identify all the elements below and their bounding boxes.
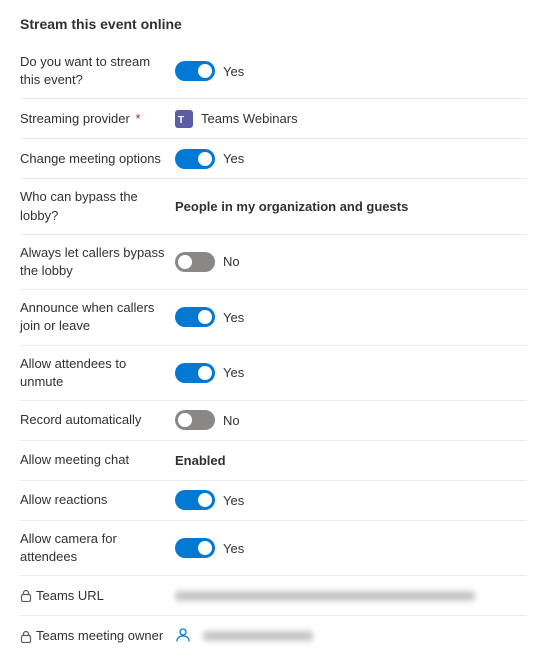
label-streaming-provider: Streaming provider *: [20, 110, 175, 128]
value-bypass-lobby: People in my organization and guests: [175, 199, 527, 214]
label-allow-unmute: Allow attendees to unmute: [20, 355, 175, 391]
value-allow-reactions: Yes: [175, 490, 527, 510]
value-callers-bypass-lobby: No: [175, 252, 527, 272]
label-record-automatically: Record automatically: [20, 411, 175, 429]
row-allow-camera: Allow camera for attendees Yes: [20, 521, 527, 576]
value-allow-camera: Yes: [175, 538, 527, 558]
streaming-provider-text: Teams Webinars: [201, 111, 298, 126]
toggle-record-automatically-text: No: [223, 413, 240, 428]
allow-meeting-chat-text: Enabled: [175, 453, 226, 468]
toggle-allow-camera[interactable]: [175, 538, 215, 558]
page-title: Stream this event online: [20, 16, 527, 32]
label-announce-callers: Announce when callers join or leave: [20, 299, 175, 335]
settings-container: Stream this event online Do you want to …: [0, 0, 547, 672]
row-allow-unmute: Allow attendees to unmute Yes: [20, 346, 527, 401]
label-change-meeting-options: Change meeting options: [20, 150, 175, 168]
toggle-change-meeting-options-text: Yes: [223, 151, 244, 166]
row-bypass-lobby: Who can bypass the lobby? People in my o…: [20, 179, 527, 234]
toggle-stream-event-text: Yes: [223, 64, 244, 79]
label-teams-meeting-owner: Teams meeting owner: [20, 627, 175, 645]
row-record-automatically: Record automatically No: [20, 401, 527, 441]
bypass-lobby-text: People in my organization and guests: [175, 199, 408, 214]
toggle-record-automatically[interactable]: [175, 410, 215, 430]
label-teams-url: Teams URL: [20, 587, 175, 605]
value-streaming-provider: T Teams Webinars: [175, 110, 527, 128]
label-stream-event: Do you want to stream this event?: [20, 53, 175, 89]
label-allow-camera: Allow camera for attendees: [20, 530, 175, 566]
row-teams-meeting-owner: Teams meeting owner: [20, 616, 527, 656]
toggle-change-meeting-options[interactable]: [175, 149, 215, 169]
value-allow-unmute: Yes: [175, 363, 527, 383]
value-change-meeting-options: Yes: [175, 149, 527, 169]
value-teams-meeting-owner: [175, 627, 527, 646]
toggle-allow-unmute-text: Yes: [223, 365, 244, 380]
row-allow-reactions: Allow reactions Yes: [20, 481, 527, 521]
toggle-allow-reactions-text: Yes: [223, 493, 244, 508]
value-record-automatically: No: [175, 410, 527, 430]
row-allow-meeting-chat: Allow meeting chat Enabled: [20, 441, 527, 481]
toggle-allow-camera-text: Yes: [223, 541, 244, 556]
toggle-callers-bypass-lobby-text: No: [223, 254, 240, 269]
teams-url-label-text: Teams URL: [36, 587, 104, 605]
value-stream-event: Yes: [175, 61, 527, 81]
label-bypass-lobby: Who can bypass the lobby?: [20, 188, 175, 224]
toggle-announce-callers-text: Yes: [223, 310, 244, 325]
value-allow-meeting-chat: Enabled: [175, 453, 527, 468]
row-announce-callers: Announce when callers join or leave Yes: [20, 290, 527, 345]
teams-meeting-owner-value: [203, 631, 313, 641]
row-streaming-provider: Streaming provider * T Teams Webinars: [20, 99, 527, 139]
value-teams-url: [175, 591, 527, 601]
required-mark: *: [135, 111, 140, 126]
row-stream-event: Do you want to stream this event? Yes: [20, 44, 527, 99]
toggle-stream-event[interactable]: [175, 61, 215, 81]
label-allow-reactions: Allow reactions: [20, 491, 175, 509]
row-teams-url: Teams URL: [20, 576, 527, 616]
teams-webinars-icon: T: [175, 110, 193, 128]
toggle-callers-bypass-lobby[interactable]: [175, 252, 215, 272]
value-announce-callers: Yes: [175, 307, 527, 327]
row-callers-bypass-lobby: Always let callers bypass the lobby No: [20, 235, 527, 290]
toggle-allow-reactions[interactable]: [175, 490, 215, 510]
label-allow-meeting-chat: Allow meeting chat: [20, 451, 175, 469]
toggle-allow-unmute[interactable]: [175, 363, 215, 383]
teams-meeting-owner-label-text: Teams meeting owner: [36, 627, 163, 645]
lock-icon-url: [20, 589, 32, 602]
svg-text:T: T: [178, 115, 184, 126]
lock-icon-owner: [20, 630, 32, 643]
teams-url-value: [175, 591, 475, 601]
row-change-meeting-options: Change meeting options Yes: [20, 139, 527, 179]
label-callers-bypass-lobby: Always let callers bypass the lobby: [20, 244, 175, 280]
toggle-announce-callers[interactable]: [175, 307, 215, 327]
person-icon: [175, 627, 191, 646]
